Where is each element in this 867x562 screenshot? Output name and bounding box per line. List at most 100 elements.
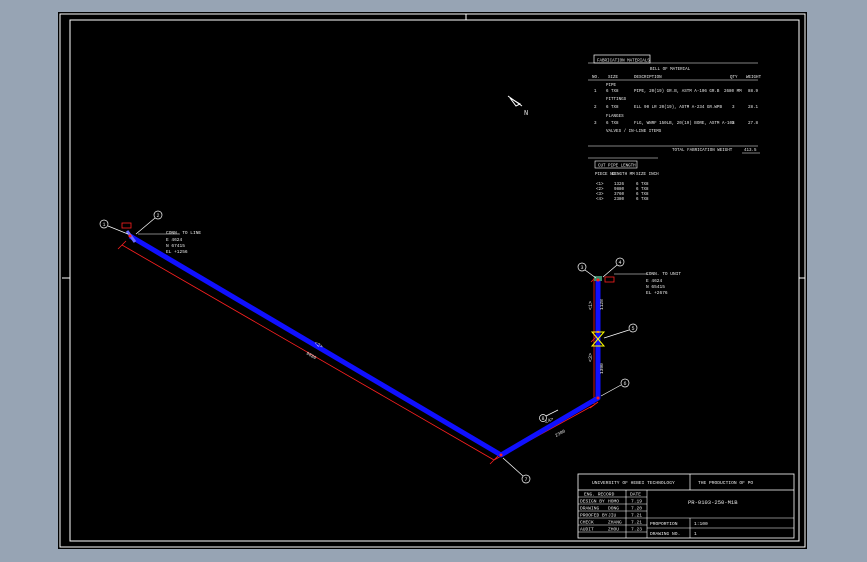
connection-note-left: CONN. TO LINE E 4624 N 67415 EL +1256 <box>138 230 201 255</box>
conn-left-line: N 67415 <box>166 243 185 249</box>
piece-tag: <1> <box>588 301 594 310</box>
cut-header-length: LENGTH MM <box>612 173 635 177</box>
bom-row-desc: ELL 90 LR 20(19), ASTM A-234 GR.WPB <box>634 105 722 110</box>
dim-label-short-run: 2380 <box>554 428 567 439</box>
bom-row-qty: 2680 MM <box>724 90 742 94</box>
role-date: 7.23 <box>631 527 642 533</box>
bom-row-no: 1 <box>594 90 597 94</box>
dim-label-long-run: 9880 <box>305 351 318 362</box>
bom-group-pipe: PIPE <box>606 84 617 88</box>
north-arrow-icon: N <box>507 95 528 118</box>
cut-row-length: 1326 <box>614 183 625 187</box>
title-block: UNIVERSITY OF HEBEI TECHNOLOGY THE PRODU… <box>577 473 795 539</box>
bom-title: BILL OF MATERIAL <box>650 68 691 72</box>
piece-tags: <2> <4> <3> <1> <box>313 301 594 426</box>
pipe-route <box>125 230 602 458</box>
callout-balloon: 3 <box>577 262 597 279</box>
bom-row-size: 6 TX8 <box>606 90 619 94</box>
role-name: DONG <box>608 506 619 512</box>
bom-row-no: 3 <box>594 122 597 126</box>
pipe-run <box>128 233 601 458</box>
role-date: 7.21 <box>631 513 642 519</box>
svg-text:3: 3 <box>581 265 584 271</box>
conn-left-title: CONN. TO LINE <box>166 230 201 236</box>
isometric-drawing: N FABRICATION MATERIALS BILL OF MATERIAL… <box>59 13 806 548</box>
project-name: THE PRODUCTION OF PO <box>698 480 753 486</box>
svg-text:4: 4 <box>619 260 622 266</box>
cut-row-size: 6 TX8 <box>636 193 649 197</box>
conn-right-title: CONN. TO UNIT <box>646 271 681 277</box>
bom-header-size: SIZE <box>608 76 619 80</box>
svg-text:1: 1 <box>103 222 106 228</box>
connection-note-right: CONN. TO UNIT E 4624 N 65415 EL +2676 <box>614 271 681 296</box>
dim-label-upper-vertical: 1128 <box>599 299 605 310</box>
role-label: PROOFED BY <box>580 513 608 519</box>
dim-label-lower-vertical: 1390 <box>599 363 605 374</box>
conn-left-line: E 4624 <box>166 237 183 243</box>
callout-balloon: 7 <box>502 457 531 484</box>
bom-row-no: 2 <box>594 106 597 110</box>
role-name: JIU <box>608 513 617 519</box>
callout-balloon: 2 <box>135 210 163 235</box>
cut-row-size: 6 TX8 <box>636 188 649 192</box>
conn-right-line: E 4624 <box>646 278 663 284</box>
bom-row-weight: 88.9 <box>748 90 759 94</box>
callout-balloon: 5 <box>603 323 638 339</box>
drawing-sheet: N FABRICATION MATERIALS BILL OF MATERIAL… <box>58 12 807 549</box>
bom-header-description: DESCRIPTION <box>634 76 662 80</box>
bom-row-size: 6 TX8 <box>606 106 619 110</box>
cut-row-size: 6 TX8 <box>636 183 649 187</box>
svg-text:8: 8 <box>542 416 545 422</box>
role-label: DESIGN BY <box>580 499 605 505</box>
cut-row-length: 3760 <box>614 193 625 197</box>
proportion-value: 1:100 <box>694 521 708 527</box>
bom-header-qty: QTY <box>730 76 738 80</box>
cut-row-piece: <2> <box>596 187 604 192</box>
svg-text:2: 2 <box>157 213 160 219</box>
bom-group-flanges: FLANGES <box>606 115 624 119</box>
proportion-label: PROPORTION <box>650 521 678 527</box>
cut-table-title: CUT PIPE LENGTH <box>598 165 636 169</box>
svg-text:6: 6 <box>624 381 627 387</box>
north-label: N <box>524 110 528 118</box>
cut-row-length: 9880 <box>614 188 625 192</box>
callout-balloon: 6 <box>600 378 630 397</box>
cut-pipe-table: CUT PIPE LENGTH PIECE NO LENGTH MM SIZE … <box>588 157 659 202</box>
bom-total-value: 413.5 <box>744 149 757 153</box>
cut-row-piece: <4> <box>596 197 604 202</box>
conn-right-line: N 65415 <box>646 284 665 290</box>
bom-header-no: NO. <box>592 76 600 80</box>
piece-tag: <3> <box>588 353 594 362</box>
bom-row-qty: 2 <box>732 122 735 126</box>
bom-row-weight: 27.8 <box>748 122 759 126</box>
dimension-lines <box>117 240 599 465</box>
role-date: 7.19 <box>631 499 642 505</box>
role-name: HOMO <box>608 499 619 505</box>
bom-header-weight: WEIGHT <box>746 76 762 80</box>
bom-row-desc: FLG, WNRF 150LB, 20(19) BORE, ASTM A-105 <box>634 121 735 126</box>
bill-of-material: FABRICATION MATERIALS BILL OF MATERIAL N… <box>588 54 762 154</box>
bom-row-desc: PIPE, 20(19) GR.B, ASTM A-106 GR.B <box>634 89 720 94</box>
callout-balloon: 1 <box>99 219 129 235</box>
role-date: 7.20 <box>631 506 642 512</box>
drawing-no-label: DRAWING NO. <box>650 531 680 537</box>
record-label: ENG. RECORD <box>584 492 615 498</box>
bom-row-weight: 28.1 <box>748 106 759 110</box>
svg-text:7: 7 <box>525 477 528 483</box>
cut-row-length: 2380 <box>614 198 625 202</box>
svg-text:5: 5 <box>632 326 635 332</box>
role-name: ZHANG <box>608 520 622 526</box>
bom-valves-label: VALVES / IN-LINE ITEMS <box>606 129 662 134</box>
bom-row-size: 6 TX8 <box>606 122 619 126</box>
cut-row-piece: <1> <box>596 182 604 187</box>
cut-row-size: 6 TX8 <box>636 198 649 202</box>
university-name: UNIVERSITY OF HEBEI TECHNOLOGY <box>592 480 675 486</box>
role-date: 7.21 <box>631 520 642 526</box>
date-label: DATE <box>630 492 641 498</box>
bom-group-fittings: FITTINGS <box>606 98 627 102</box>
drawing-no-value: 1 <box>694 531 697 537</box>
role-name: ZHOU <box>608 527 619 533</box>
bom-total-label: TOTAL FABRICATION WEIGHT <box>672 149 733 153</box>
conn-left-line: EL +1256 <box>166 249 188 255</box>
role-label: DRAWING <box>580 506 600 512</box>
